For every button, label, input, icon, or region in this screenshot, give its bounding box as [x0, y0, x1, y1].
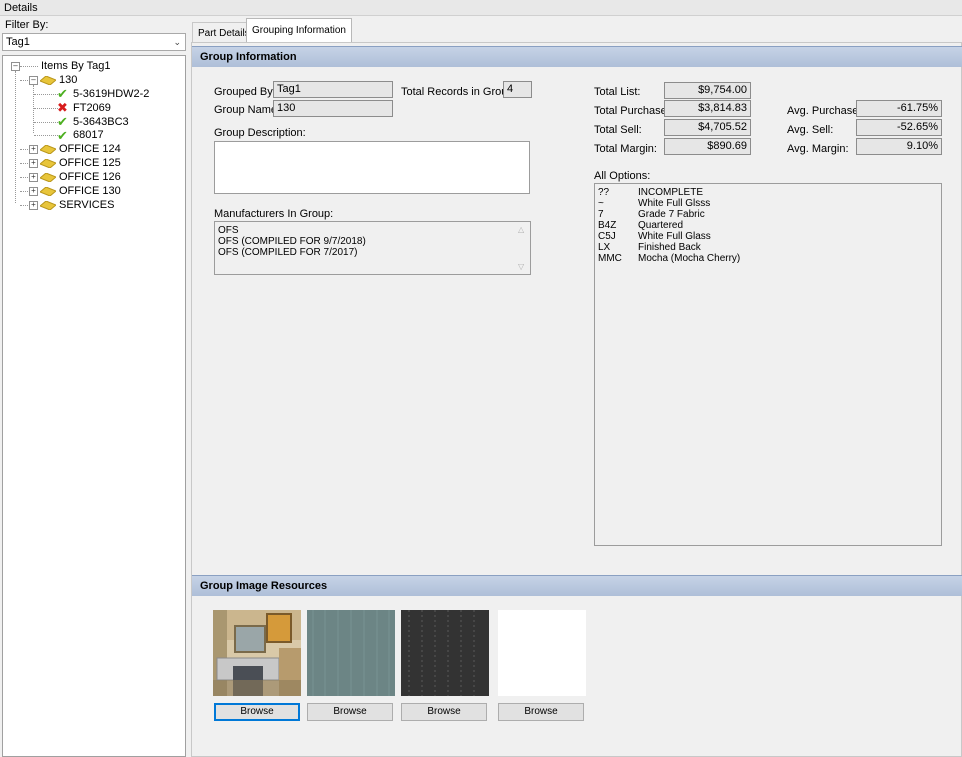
total-purchase-label: Total Purchase: [594, 105, 670, 117]
group-description-input[interactable] [214, 141, 530, 194]
items-tree[interactable]: – Items By Tag1 – 130 ✔ 5-3619HDW2-2 ✖ F… [2, 55, 186, 757]
folder-icon [40, 145, 56, 154]
folder-icon [40, 173, 56, 182]
group-name-label: Group Name: [214, 104, 281, 116]
total-list-field: $9,754.00 [664, 82, 751, 99]
teal-fabric-image [307, 610, 395, 696]
list-item[interactable]: ?? INCOMPLETE [598, 187, 703, 198]
list-item[interactable]: C5J White Full Glass [598, 231, 711, 242]
tree-item[interactable]: FT2069 [73, 101, 111, 115]
tree-item[interactable]: 5-3619HDW2-2 [73, 87, 149, 101]
avg-purchase-label: Avg. Purchase: [787, 105, 862, 117]
option-desc: Grade 7 Fabric [638, 209, 705, 220]
folder-icon [40, 187, 56, 196]
tree-group-office-124[interactable]: OFFICE 124 [59, 142, 121, 156]
folder-icon [40, 76, 56, 85]
dark-fabric-image [401, 610, 489, 696]
tree-root[interactable]: Items By Tag1 [41, 59, 111, 73]
filter-select[interactable]: Tag1 ⌄ [2, 33, 186, 51]
check-icon: ✔ [57, 86, 68, 101]
browse-button-2[interactable]: Browse [307, 703, 393, 721]
list-item[interactable]: B4Z Quartered [598, 220, 683, 231]
filter-value: Tag1 [6, 36, 30, 48]
option-code: LX [598, 242, 611, 253]
total-list-label: Total List: [594, 86, 641, 98]
manufacturers-label: Manufacturers In Group: [214, 208, 334, 220]
tree-item[interactable]: 68017 [73, 128, 104, 142]
total-sell-field: $4,705.52 [664, 119, 751, 136]
group-image-resources-header: Group Image Resources [192, 575, 962, 596]
folder-icon [40, 159, 56, 168]
option-desc: White Full Glsss [638, 198, 711, 209]
list-item[interactable]: 7 Grade 7 Fabric [598, 209, 705, 220]
list-item[interactable]: OFS (COMPILED FOR 7/2017) [218, 247, 357, 258]
tree-group-130[interactable]: 130 [59, 73, 77, 87]
option-desc: White Full Glass [638, 231, 711, 242]
total-sell-label: Total Sell: [594, 124, 642, 136]
option-code: ~ [598, 198, 604, 209]
all-options-label: All Options: [594, 170, 651, 182]
expand-icon[interactable]: + [29, 201, 38, 210]
tree-group-office-126[interactable]: OFFICE 126 [59, 170, 121, 184]
option-desc: Mocha (Mocha Cherry) [638, 253, 741, 264]
tab-grouping-information[interactable]: Grouping Information [246, 18, 352, 43]
option-desc: Finished Back [638, 242, 701, 253]
total-purchase-field: $3,814.83 [664, 100, 751, 117]
tree-item[interactable]: 5-3643BC3 [73, 115, 129, 129]
all-options-list[interactable]: ?? INCOMPLETE ~ White Full Glsss 7 Grade 7 … [594, 183, 942, 546]
total-margin-label: Total Margin: [594, 143, 657, 155]
collapse-icon[interactable]: – [29, 76, 38, 85]
filter-label: Filter By: [5, 19, 49, 31]
option-desc: Quartered [638, 220, 684, 231]
list-item[interactable]: OFS [218, 225, 239, 236]
group-description-label: Group Description: [214, 127, 306, 139]
avg-purchase-field: -61.75% [856, 100, 942, 117]
browse-button-4[interactable]: Browse [498, 703, 584, 721]
grouped-by-label: Grouped By: [214, 86, 276, 98]
list-item[interactable]: LX Finished Back [598, 242, 701, 253]
list-item[interactable]: MMC Mocha (Mocha Cherry) [598, 253, 740, 264]
total-records-label: Total Records in Group: [401, 86, 517, 98]
manufacturers-scrollbar[interactable]: △ ▽ [514, 222, 530, 274]
avg-margin-label: Avg. Margin: [787, 143, 849, 155]
group-name-field: 130 [273, 100, 393, 117]
tree-group-office-125[interactable]: OFFICE 125 [59, 156, 121, 170]
expand-icon[interactable]: + [29, 187, 38, 196]
office-cubicle-image [213, 610, 301, 696]
grouped-by-field: Tag1 [273, 81, 393, 98]
folder-icon [40, 201, 56, 210]
check-icon: ✔ [57, 128, 68, 143]
avg-sell-label: Avg. Sell: [787, 124, 834, 136]
avg-margin-field: 9.10% [856, 138, 942, 155]
expand-icon[interactable]: + [29, 173, 38, 182]
list-item[interactable]: OFS (COMPILED FOR 9/7/2018) [218, 236, 366, 247]
expand-icon[interactable]: + [29, 159, 38, 168]
check-icon: ✔ [57, 114, 68, 129]
option-desc: INCOMPLETE [638, 187, 704, 198]
group-information-header: Group Information [192, 46, 962, 67]
option-code: MMC [598, 253, 622, 264]
blank-image [498, 610, 586, 696]
option-code: 7 [598, 209, 604, 220]
browse-button-3[interactable]: Browse [401, 703, 487, 721]
error-x-icon: ✖ [57, 100, 68, 115]
expand-icon[interactable]: + [29, 145, 38, 154]
scroll-down-icon[interactable]: ▽ [518, 262, 524, 271]
tree-group-services[interactable]: SERVICES [59, 198, 114, 212]
option-code: B4Z [598, 220, 617, 231]
chevron-down-icon[interactable]: ⌄ [173, 34, 181, 50]
total-records-field: 4 [503, 81, 532, 98]
scroll-up-icon[interactable]: △ [518, 225, 524, 234]
option-code: C5J [598, 231, 616, 242]
collapse-icon[interactable]: – [11, 62, 20, 71]
option-code: ?? [598, 187, 610, 198]
manufacturers-list[interactable]: OFS OFS (COMPILED FOR 9/7/2018) OFS (COM… [214, 221, 531, 275]
window-title: Details [0, 0, 962, 16]
tree-group-office-130[interactable]: OFFICE 130 [59, 184, 121, 198]
total-margin-field: $890.69 [664, 138, 751, 155]
list-item[interactable]: ~ White Full Glsss [598, 198, 710, 209]
avg-sell-field: -52.65% [856, 119, 942, 136]
browse-button-1[interactable]: Browse [214, 703, 300, 721]
